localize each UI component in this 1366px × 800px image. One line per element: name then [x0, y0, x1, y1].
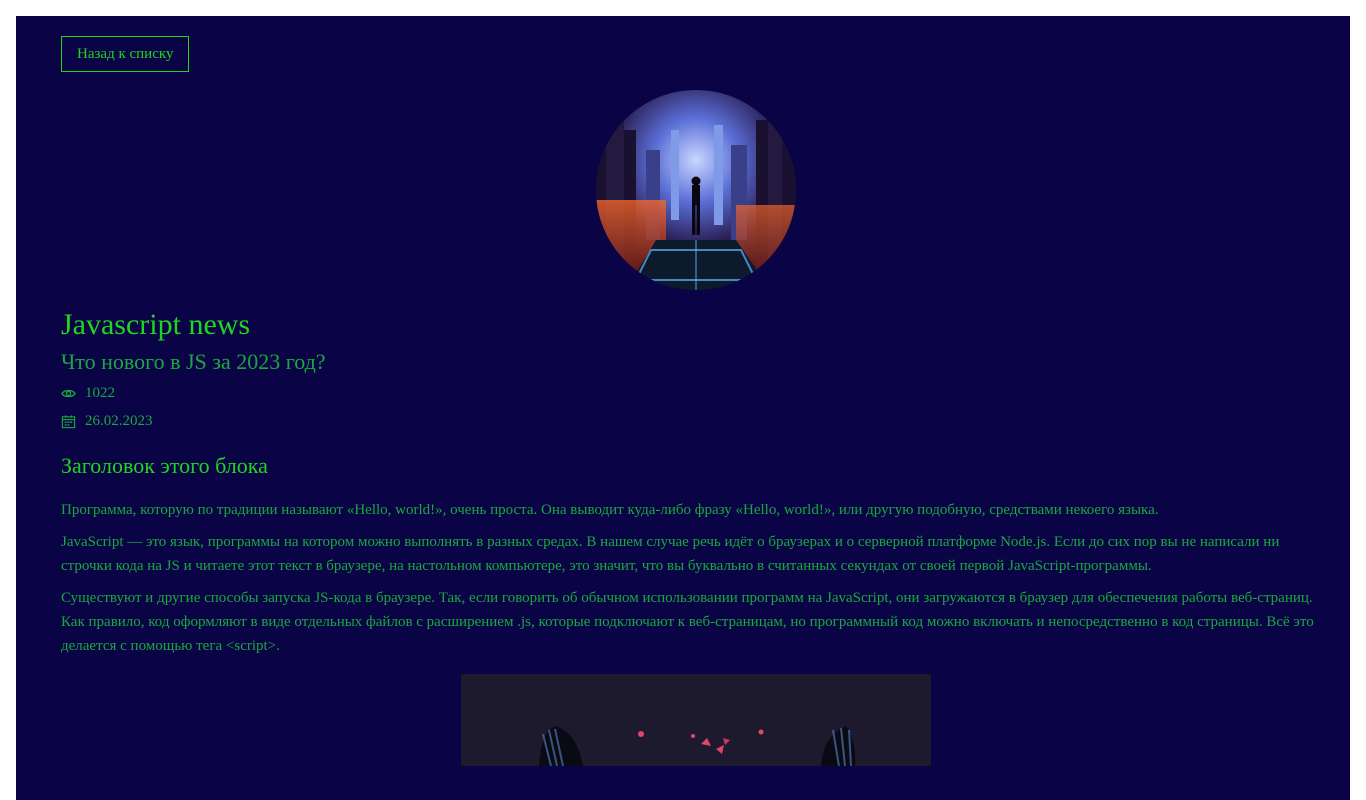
paragraph-1: Программа, которую по традиции называют …: [61, 502, 1159, 518]
article-cover-image: [596, 90, 796, 290]
views-count: 1022: [85, 385, 115, 401]
paragraph-3: Существуют и другие способы запуска JS-к…: [61, 590, 1314, 654]
article-inline-image: [461, 674, 931, 766]
calendar-icon: [61, 414, 76, 429]
article-subtitle: Что нового в JS за 2023 год?: [61, 349, 326, 374]
article-page: Назад к списку Javascript news Что новог…: [16, 16, 1350, 800]
views-row: 1022: [61, 385, 115, 402]
eye-icon: [61, 386, 76, 401]
publish-date: 26.02.2023: [85, 413, 153, 429]
back-to-list-button[interactable]: Назад к списку: [61, 36, 190, 72]
section-title: Заголовок этого блока: [61, 453, 268, 478]
date-row: 26.02.2023: [61, 413, 153, 430]
paragraph-2: JavaScript — это язык, программы на кото…: [61, 534, 1280, 574]
article-title: Javascript news: [61, 308, 251, 341]
